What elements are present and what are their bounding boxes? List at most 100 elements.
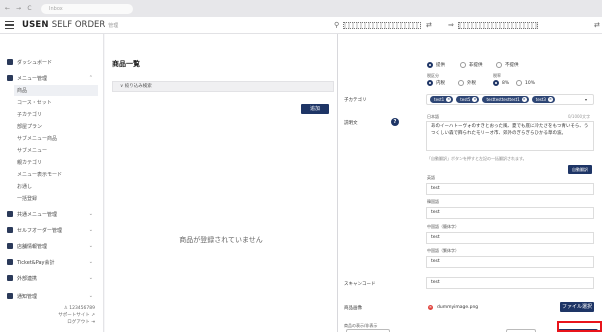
dashboard-icon bbox=[7, 59, 13, 65]
hamburger-menu-icon[interactable] bbox=[0, 19, 16, 32]
sidebar-item-notification[interactable]: 通知管理 ⌄ bbox=[0, 290, 103, 302]
self-order-icon bbox=[7, 227, 13, 233]
tax-rate-label: 税率 bbox=[493, 73, 501, 78]
sidebar-subitem-display-mode[interactable]: メニュー表示モード bbox=[14, 169, 98, 180]
radio-sale-status-1[interactable]: 非提供 bbox=[460, 62, 483, 68]
translate-hint: 「自動翻訳」ボタンを押すと左記の一括翻訳されます。 bbox=[427, 156, 527, 161]
radio-sale-status-0[interactable]: 提供 bbox=[427, 62, 445, 68]
auto-translate-button[interactable]: 自動翻訳 bbox=[568, 165, 592, 174]
remove-tag-icon[interactable]: × bbox=[521, 97, 527, 102]
file-select-button[interactable]: ファイル選択 bbox=[560, 302, 594, 312]
swap-icon-right[interactable]: ⇄ bbox=[594, 21, 600, 29]
sidebar-subitem-child-category[interactable]: 子カテゴリ bbox=[14, 109, 98, 120]
remove-image-icon[interactable]: × bbox=[428, 305, 433, 310]
radio-label: 内税 bbox=[436, 81, 445, 86]
filter-label: 絞り込み検索 bbox=[124, 84, 152, 89]
logout-link[interactable]: ログアウト bbox=[67, 320, 90, 325]
translation-korean-input[interactable]: test bbox=[426, 207, 594, 219]
sidebar-item-label: 共通メニュー管理 bbox=[17, 211, 58, 218]
sidebar-item-external[interactable]: 外部連携 ⌄ bbox=[0, 272, 103, 284]
tag-label: testtesttesttest1 bbox=[486, 97, 520, 102]
sidebar-subitem-room-plan[interactable]: 部屋プラン bbox=[14, 121, 98, 132]
radio-tax-10[interactable]: 10% bbox=[516, 80, 535, 86]
add-button[interactable]: 追加 bbox=[301, 104, 329, 114]
shop-selector-left[interactable] bbox=[343, 22, 421, 29]
scan-code-label: スキャンコード bbox=[344, 282, 376, 287]
sidebar-subitem-submenu-product[interactable]: サブメニュー商品 bbox=[14, 133, 98, 144]
radio-icon bbox=[458, 80, 464, 86]
radio-tax-inclusive[interactable]: 内税 bbox=[427, 80, 445, 86]
remove-tag-icon[interactable]: × bbox=[446, 97, 452, 102]
sidebar-subitem-submenu[interactable]: サブメニュー bbox=[14, 145, 98, 156]
sidebar-item-label: 通知管理 bbox=[17, 293, 38, 300]
sidebar-subitem-course[interactable]: コース・セット bbox=[14, 97, 98, 108]
filter-toggle[interactable]: ∨ 絞り込み検索 bbox=[112, 81, 334, 92]
forward-icon[interactable]: → bbox=[15, 5, 22, 12]
sidebar-item-dashboard[interactable]: ダッシュボード bbox=[0, 56, 103, 68]
product-edit-panel: 提供 非提供 不提供 税区分 税率 内税 外税 8% 10% 子カテゴリ tes… bbox=[338, 34, 602, 332]
external-link-icon bbox=[7, 275, 13, 281]
address-bar[interactable]: Inbox bbox=[41, 3, 133, 14]
product-image-label: 商品画像 bbox=[344, 306, 362, 311]
radio-selected-icon bbox=[493, 80, 499, 86]
category-tag[interactable]: test1 × bbox=[430, 96, 454, 103]
notification-icon bbox=[7, 293, 13, 299]
tax-type-label: 税区分 bbox=[427, 73, 439, 78]
radio-tax-exclusive[interactable]: 外税 bbox=[458, 80, 476, 86]
highlight-box bbox=[557, 321, 602, 332]
radio-sale-status-2[interactable]: 不提供 bbox=[496, 62, 519, 68]
chevron-down-icon: ⌄ bbox=[88, 275, 93, 281]
category-tag[interactable]: test3 × bbox=[531, 96, 555, 103]
translation-chinese-traditional-input[interactable]: test bbox=[426, 256, 594, 268]
category-tag[interactable]: testtesttesttest1 × bbox=[482, 96, 529, 103]
swap-icon[interactable]: ⇄ bbox=[426, 21, 432, 29]
scan-code-input[interactable]: test bbox=[426, 277, 594, 289]
chevron-down-icon[interactable]: ▾ bbox=[585, 97, 587, 102]
description-textarea[interactable]: あのイーハトーヴォのすきとおった風、夏でも底に冷たさをもつ青いそら、うつくしい森… bbox=[426, 121, 594, 151]
lang-label: 英語 bbox=[427, 175, 435, 180]
translation-chinese-simplified-input[interactable]: test bbox=[426, 232, 594, 244]
description-label: 説明文 bbox=[344, 121, 358, 126]
radio-selected-icon bbox=[427, 80, 433, 86]
chevron-down-icon: ⌄ bbox=[88, 293, 93, 299]
sidebar-footer: ♙ 123456789 サポートサイト ↗ ログアウト ⇥ bbox=[58, 305, 95, 326]
sidebar-item-ticket-pay[interactable]: Ticket&Pay会計 ⌄ bbox=[0, 256, 103, 268]
child-category-select[interactable]: test1 × test5 × testtesttesttest1 × test3 × … bbox=[426, 94, 594, 105]
radio-icon bbox=[516, 80, 522, 86]
sidebar-item-store-info[interactable]: 店舗情報管理 ⌄ bbox=[0, 240, 103, 252]
empty-message: 商品が登録されていません bbox=[179, 236, 263, 244]
sidebar-item-menu[interactable]: メニュー管理 ⌃ bbox=[0, 72, 103, 84]
support-link[interactable]: サポートサイト bbox=[58, 313, 90, 318]
radio-tax-8[interactable]: 8% bbox=[493, 80, 509, 86]
sidebar-subitem-bulk-register[interactable]: 一括登録 bbox=[14, 193, 98, 204]
radio-label: 不提供 bbox=[505, 63, 519, 68]
pin-icon[interactable]: ⚲ bbox=[334, 21, 339, 29]
tag-label: test3 bbox=[535, 97, 546, 102]
radio-label: 提供 bbox=[436, 63, 445, 68]
external-icon: ↗ bbox=[91, 313, 95, 318]
brand-logo: USEN bbox=[22, 20, 49, 30]
sidebar-item-label: ダッシュボード bbox=[17, 59, 53, 66]
category-tag[interactable]: test5 × bbox=[456, 96, 480, 103]
sidebar-item-common-menu[interactable]: 共通メニュー管理 ⌄ bbox=[0, 208, 103, 220]
sidebar-subitem-parent-category[interactable]: 親カテゴリ bbox=[14, 157, 98, 168]
sidebar-item-self-order[interactable]: セルフオーダー管理 ⌄ bbox=[0, 224, 103, 236]
chevron-down-icon: ⌄ bbox=[88, 211, 93, 217]
lang-label: 韓国語 bbox=[427, 199, 439, 204]
arrow-icon[interactable]: ⇒ bbox=[448, 21, 454, 29]
back-icon[interactable]: ← bbox=[4, 5, 11, 12]
shop-selector-right[interactable] bbox=[458, 22, 538, 29]
reload-icon[interactable]: C bbox=[26, 5, 33, 12]
remove-tag-icon[interactable]: × bbox=[547, 97, 553, 102]
chevron-up-icon: ⌃ bbox=[88, 75, 93, 81]
sidebar-subitem-products[interactable]: 商品 bbox=[14, 85, 98, 96]
remove-tag-icon[interactable]: × bbox=[472, 97, 478, 102]
logout-icon: ⇥ bbox=[91, 320, 95, 325]
store-icon bbox=[7, 243, 13, 249]
radio-label: 8% bbox=[502, 80, 510, 86]
radio-icon bbox=[496, 62, 502, 68]
info-icon[interactable]: ? bbox=[391, 118, 399, 126]
translation-english-input[interactable]: test bbox=[426, 183, 594, 195]
char-counter: 0/1000文字 bbox=[568, 114, 591, 119]
sidebar-subitem-otoshi[interactable]: お通し bbox=[14, 181, 98, 192]
